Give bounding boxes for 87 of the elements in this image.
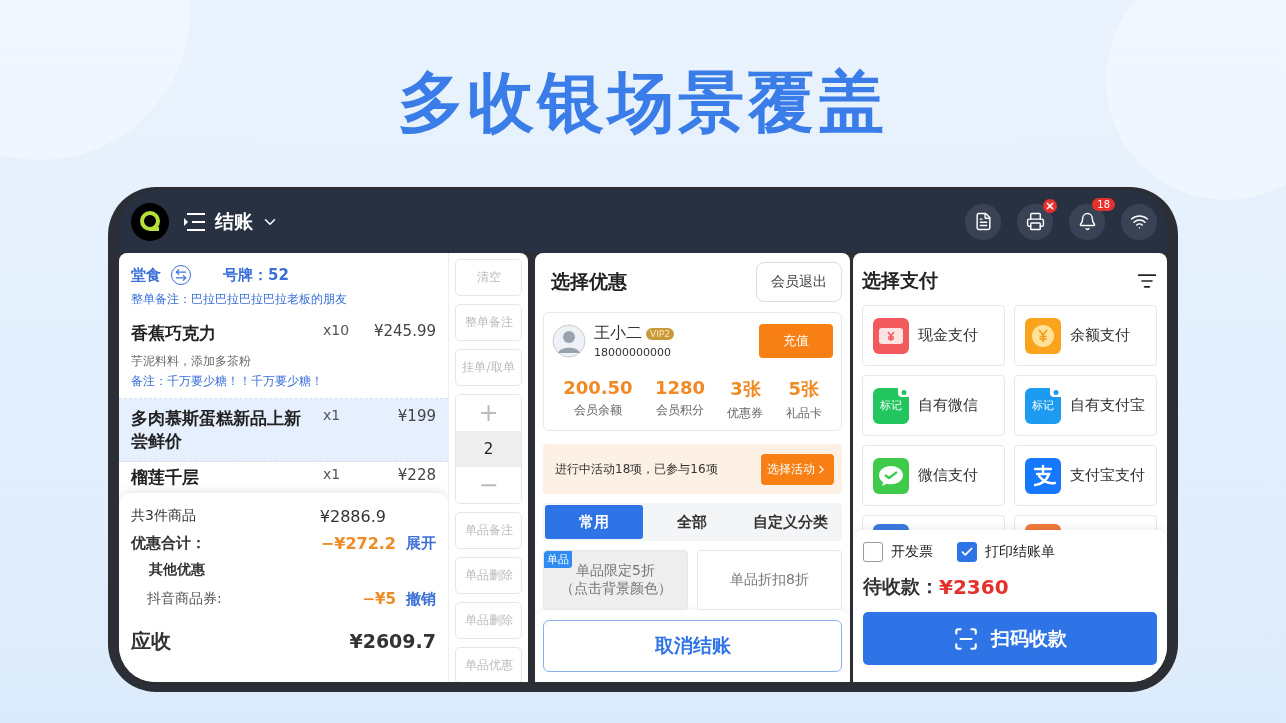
stat-value: 3张	[730, 377, 761, 401]
item-options: 芋泥料料，添加多茶粉	[131, 352, 436, 370]
item-count: 共3件商品	[131, 507, 196, 525]
item-quantity: x1	[323, 465, 342, 482]
stat-label: 礼品卡	[785, 405, 822, 422]
panel-title: 选择支付	[862, 268, 938, 293]
offer-label: 单品限定5折	[576, 562, 655, 580]
bell-icon	[1077, 212, 1097, 231]
discount-label: 优惠合计：	[131, 533, 206, 553]
check-icon	[960, 545, 974, 559]
item-price: ¥245.99	[373, 322, 436, 340]
payment-method[interactable]: 标记 自有微信	[862, 375, 1005, 436]
payment-icon: 标记	[873, 387, 909, 424]
select-activity-button[interactable]: 选择活动	[761, 453, 834, 485]
panel-title: 选择优惠	[551, 269, 627, 294]
member-logout-button[interactable]: 会员退出	[756, 262, 842, 302]
item-name: 榴莲千层	[131, 465, 200, 489]
payment-method[interactable]	[862, 515, 1005, 530]
stat-value: 5张	[788, 377, 820, 401]
avatar-icon	[552, 324, 586, 358]
activity-text: 进行中活动18项，已参与16项	[555, 460, 718, 478]
pending-label: 待收款：	[863, 574, 939, 599]
payment-method[interactable]: 微信支付	[862, 445, 1005, 506]
headline: 多收银场景覆盖	[398, 63, 888, 143]
item-remark: 备注：千万要少糖！！千万要少糖！	[131, 372, 324, 390]
discount-total: −¥272.2	[320, 533, 396, 553]
payment-icon: 标记	[1025, 387, 1061, 424]
cancel-checkout-button[interactable]: 取消结账	[543, 620, 842, 672]
menu-icon[interactable]	[183, 211, 207, 232]
item-price: ¥199	[397, 406, 436, 425]
stat-value: 200.50	[563, 377, 633, 398]
category-tab[interactable]: 常用	[545, 505, 644, 539]
stat-label: 优惠券	[727, 405, 764, 422]
corner-tag-icon	[898, 387, 909, 397]
scan-pay-button[interactable]: 扫码收款	[863, 612, 1157, 665]
offer-hint: （点击背景颜色）	[559, 580, 672, 598]
notification-count: 18	[1092, 197, 1115, 211]
item-name: 香蕉巧克力	[131, 322, 217, 345]
offer-card[interactable]: 单品折扣8折	[697, 550, 842, 610]
revoke-link[interactable]: 撤销	[406, 589, 436, 609]
app-logo-icon	[131, 202, 169, 241]
item-name: 多肉慕斯蛋糕新品上新尝鲜价	[131, 406, 302, 453]
list-menu-icon[interactable]	[1137, 271, 1157, 291]
member-name: 王小二	[594, 323, 642, 344]
amount-due-label: 应收	[131, 627, 171, 655]
coupon-label: 抖音商品券:	[147, 590, 222, 608]
stat-label: 会员积分	[656, 402, 705, 419]
item-quantity: x1	[323, 406, 342, 423]
toolbar-button[interactable]	[1121, 203, 1157, 240]
payment-method[interactable]	[1014, 515, 1157, 530]
printer-icon	[1025, 212, 1045, 231]
amount-due: ¥2609.7	[349, 630, 436, 652]
document-icon	[973, 212, 993, 231]
wifi-icon	[1129, 212, 1149, 231]
expand-link[interactable]: 展开	[406, 533, 436, 553]
payment-method[interactable]: 支付宝支付	[1014, 445, 1157, 506]
subtotal: ¥2886.9	[319, 506, 386, 526]
ticket-number: 号牌：52	[223, 265, 289, 285]
stat-label: 会员余额	[573, 402, 622, 419]
vip-badge: VIP2	[646, 327, 674, 340]
corner-tag-icon	[1050, 387, 1061, 397]
item-price: ¥228	[397, 465, 436, 484]
quantity-value: 2	[456, 431, 521, 467]
pending-amount: ¥2360	[939, 575, 1009, 599]
payment-method[interactable]: 标记 自有支付宝	[1014, 375, 1157, 436]
category-tab[interactable]: 自定义分类	[741, 505, 840, 539]
recharge-button[interactable]: 充值	[759, 324, 833, 358]
order-item[interactable]: 多肉慕斯蛋糕新品上新尝鲜价 x1 ¥199	[119, 398, 448, 462]
scan-icon	[953, 625, 979, 652]
coupon-amount: −¥5	[362, 590, 396, 608]
option-checkbox[interactable]: 打印结账单	[957, 542, 1055, 562]
payment-method[interactable]: 余额支付	[1014, 305, 1157, 366]
offer-card[interactable]: 单品 单品限定5折 （点击背景颜色）	[543, 550, 688, 610]
offer-label: 单品折扣8折	[730, 571, 809, 589]
option-checkbox[interactable]: 开发票	[863, 542, 933, 562]
category-tab[interactable]: 全部	[643, 505, 742, 539]
offer-tag: 单品	[544, 551, 572, 568]
toolbar-button[interactable]	[965, 203, 1001, 240]
item-quantity: x10	[323, 322, 351, 338]
page-title: 结账	[215, 208, 253, 234]
toolbar-button[interactable]	[1017, 203, 1053, 240]
other-discount-label: 其他优惠	[149, 561, 205, 579]
member-phone: 18000000000	[594, 346, 672, 359]
order-note: 整单备注：巴拉巴拉巴拉巴拉老板的朋友	[130, 291, 348, 308]
payment-method[interactable]: 现金支付	[862, 305, 1005, 366]
stat-value: 1280	[655, 377, 706, 398]
dine-mode: 堂食	[131, 265, 161, 285]
